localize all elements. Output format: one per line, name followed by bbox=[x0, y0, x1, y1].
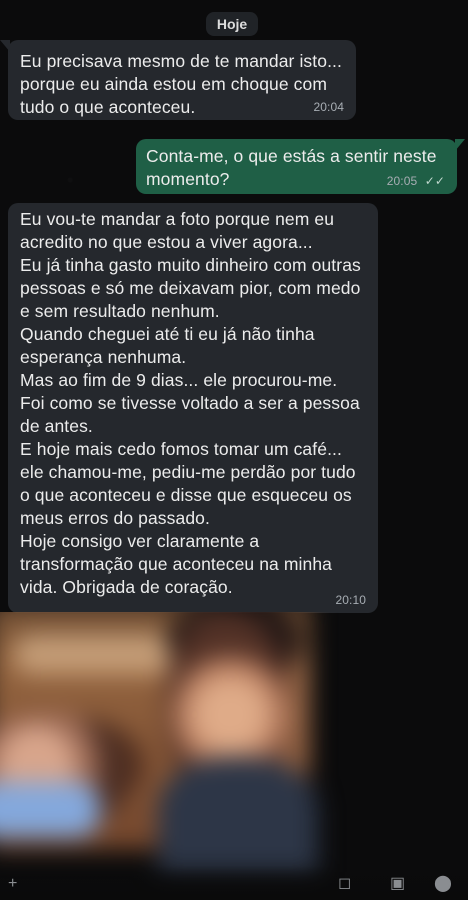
composer-bar: + ◻ ▣ ⬤ bbox=[0, 866, 468, 900]
photo-light bbox=[14, 634, 184, 674]
photo-blue-object bbox=[0, 782, 100, 837]
message-time: 20:10 bbox=[335, 593, 366, 607]
incoming-message-2[interactable]: Eu vou-te mandar a foto porque nem eu ac… bbox=[8, 203, 378, 613]
incoming-message-1[interactable]: Eu precisava mesmo de te mandar isto... … bbox=[0, 40, 356, 120]
chat-screen: Hoje Eu precisava mesmo de te mandar ist… bbox=[0, 0, 468, 900]
message-text: Eu vou-te mandar a foto porque nem eu ac… bbox=[20, 209, 361, 597]
video-icon[interactable]: ▣ bbox=[390, 876, 405, 892]
message-text: Eu precisava mesmo de te mandar isto... … bbox=[20, 51, 342, 117]
microphone-icon[interactable]: ⬤ bbox=[434, 876, 452, 892]
message-time: 20:05 bbox=[386, 174, 418, 188]
outgoing-message-1[interactable]: Conta-me, o que estás a sentir neste mom… bbox=[136, 139, 465, 194]
message-time: 20:04 bbox=[313, 100, 344, 114]
attachment-icon[interactable]: + bbox=[8, 876, 17, 892]
blurred-photo bbox=[0, 612, 468, 900]
camera-icon[interactable]: ◻ bbox=[338, 876, 351, 892]
date-separator: Hoje bbox=[206, 12, 258, 36]
photo-shirt bbox=[158, 757, 318, 872]
message-time-row: 20:05 ✓✓ bbox=[387, 174, 445, 188]
image-message[interactable] bbox=[0, 612, 468, 900]
read-receipt-icon: ✓✓ bbox=[424, 174, 445, 188]
